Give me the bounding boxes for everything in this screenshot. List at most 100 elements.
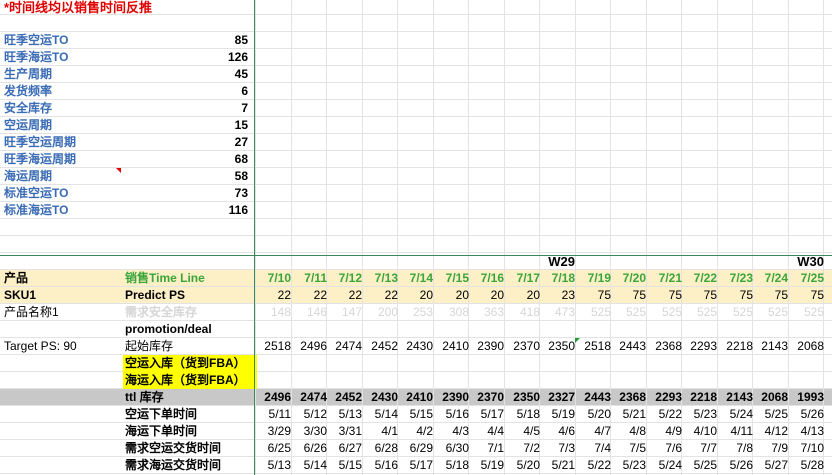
param-label: 生产周期	[4, 67, 53, 81]
ttl-value: 2327	[548, 390, 575, 404]
safety-value: 308	[448, 305, 469, 319]
row-gridline	[0, 235, 832, 236]
ttl-value: 2350	[513, 390, 540, 404]
safety-value: 525	[696, 305, 717, 319]
sea_deliv-value: 5/17	[409, 458, 433, 472]
safety-value: 525	[767, 305, 788, 319]
predict-value: 75	[668, 288, 682, 302]
date-header: 7/14	[409, 271, 433, 285]
sea_order-value: 4/1	[381, 424, 398, 438]
air_deliv-value: 7/1	[487, 441, 504, 455]
safety-value: 525	[661, 305, 682, 319]
air_deliv-value: 6/30	[445, 441, 469, 455]
start-value: 2518	[264, 339, 291, 353]
safety-value: 200	[377, 305, 398, 319]
air_deliv-value: 7/9	[771, 441, 788, 455]
spreadsheet: *时间线均以销售时间反推 旺季空运TO 85 旺季海运TO 126 生产周期 45 发货频率 6…	[0, 0, 832, 475]
param-label: 标准海运TO	[4, 203, 69, 217]
ttl-value: 2368	[619, 390, 646, 404]
param-label: 旺季空运TO	[4, 33, 69, 47]
sea_order-value: 4/3	[452, 424, 469, 438]
row-gridline	[0, 252, 832, 253]
predict-col-a: SKU1	[4, 288, 37, 302]
safety-value: 473	[554, 305, 575, 319]
ttl-label: ttl 库存	[125, 390, 164, 404]
start-value: 2496	[300, 339, 327, 353]
ttl-value: 2143	[726, 390, 753, 404]
air_order-value: 5/23	[693, 407, 717, 421]
air_in-label: 空运入库（货到FBA）	[125, 356, 246, 370]
sea_order-label: 海运下单时间	[125, 424, 198, 438]
ttl-value: 2410	[406, 390, 433, 404]
ttl-value: 2293	[655, 390, 682, 404]
param-value: 58	[234, 169, 248, 183]
sea_order-value: 3/29	[267, 424, 291, 438]
date-header: 7/22	[693, 271, 717, 285]
predict-value: 22	[313, 288, 327, 302]
date-header: 7/19	[587, 271, 611, 285]
date-header: 7/25	[800, 271, 824, 285]
safety-value: 418	[519, 305, 540, 319]
start-label: 起始库存	[125, 339, 174, 353]
date-header: 7/20	[622, 271, 646, 285]
param-value: 73	[234, 186, 248, 200]
row-gridline	[0, 201, 832, 202]
predict-value: 20	[490, 288, 504, 302]
sea_deliv-value: 5/13	[267, 458, 291, 472]
sea_order-value: 4/6	[558, 424, 575, 438]
air_order-label: 空运下单时间	[125, 407, 198, 421]
safety-value: 525	[732, 305, 753, 319]
param-label: 安全库存	[4, 101, 53, 115]
air_order-value: 5/18	[516, 407, 540, 421]
start-value: 2370	[513, 339, 540, 353]
sea_order-value: 4/5	[523, 424, 540, 438]
air_order-value: 5/14	[374, 407, 398, 421]
safety-value: 148	[270, 305, 291, 319]
start-value: 2368	[655, 339, 682, 353]
sea_deliv-value: 5/14	[303, 458, 327, 472]
ttl-value: 2390	[442, 390, 469, 404]
sea_deliv-value: 5/28	[800, 458, 824, 472]
air_order-value: 5/16	[445, 407, 469, 421]
start-value: 2293	[690, 339, 717, 353]
row-gridline	[0, 48, 832, 49]
air_order-value: 5/21	[622, 407, 646, 421]
air_order-value: 5/25	[764, 407, 788, 421]
param-value: 6	[241, 84, 248, 98]
sea_deliv-value: 5/24	[658, 458, 682, 472]
predict-value: 75	[632, 288, 646, 302]
param-label: 旺季空运周期	[4, 135, 77, 149]
date-header: 7/12	[338, 271, 362, 285]
date-header: 7/18	[551, 271, 575, 285]
promo-label: promotion/deal	[125, 322, 212, 336]
air_order-value: 5/15	[409, 407, 433, 421]
param-value: 85	[234, 33, 248, 47]
date-header: 7/24	[764, 271, 788, 285]
sea_deliv-value: 5/19	[480, 458, 504, 472]
air_deliv-value: 7/3	[558, 441, 575, 455]
product-header: 产品	[4, 271, 29, 285]
date-header: 7/11	[304, 271, 327, 285]
row-gridline	[0, 167, 832, 168]
start-value: 2410	[442, 339, 469, 353]
sea_deliv-label: 需求海运交货时间	[125, 458, 222, 472]
param-value: 45	[234, 67, 248, 81]
safety-value: 525	[625, 305, 646, 319]
predict-value: 23	[561, 288, 575, 302]
param-value: 27	[234, 135, 248, 149]
date-header: 7/10	[267, 271, 291, 285]
ttl-value: 2474	[300, 390, 327, 404]
row-gridline	[0, 218, 832, 219]
air_deliv-value: 6/25	[267, 441, 291, 455]
safety-value: 525	[803, 305, 824, 319]
sea_order-value: 4/9	[665, 424, 682, 438]
row-gridline	[0, 116, 832, 117]
start-value: 2452	[371, 339, 398, 353]
param-value: 116	[228, 203, 248, 217]
sea_deliv-value: 5/21	[551, 458, 575, 472]
note-text: *时间线均以销售时间反推	[4, 0, 153, 15]
predict-value: 20	[455, 288, 469, 302]
start-value: 2518	[584, 339, 611, 353]
sea_deliv-value: 5/18	[445, 458, 469, 472]
air_order-value: 5/13	[338, 407, 362, 421]
